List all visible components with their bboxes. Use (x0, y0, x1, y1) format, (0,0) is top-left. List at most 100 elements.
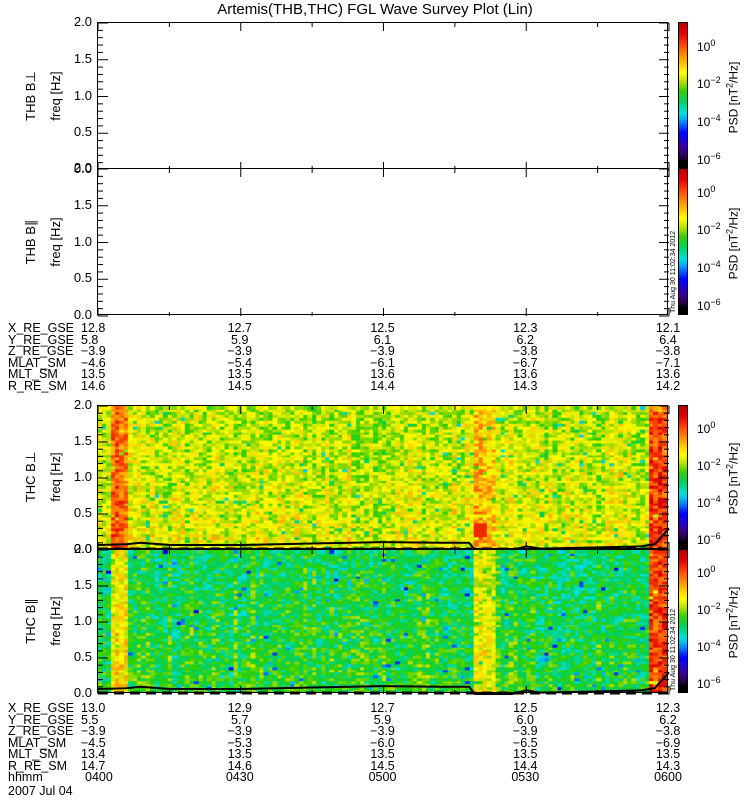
colorbar (678, 22, 688, 169)
panel-label: THB B∥ (23, 219, 38, 264)
ephemeris-top: X_RE_GSE 12.8 12.7 12.5 12.3 12.1 Y_RE_GSE 5.8 5… (0, 322, 750, 395)
ephemeris-label: R_RE_SM (8, 378, 68, 393)
panel-label: THC B∥ (23, 598, 38, 644)
colorbar-tick-exponent: −4 (710, 638, 721, 648)
y-axis-label: freq [Hz] (48, 596, 63, 646)
ephemeris-value: 14.2 (655, 378, 681, 393)
chart-title: Artemis(THB,THC) FGL Wave Survey Plot (L… (217, 1, 533, 18)
colorbar-tick-base: 10 (697, 532, 711, 547)
colorbar-tick-label: 100 (697, 563, 715, 579)
panel-label: THB B⊥ (23, 70, 38, 121)
colorbar-tick-label: 10−4 (697, 637, 721, 653)
colorbar-title-sup: 2 (724, 228, 735, 234)
colorbar-tick-base: 10 (697, 77, 711, 92)
colorbar-tick-base: 10 (697, 115, 711, 129)
axis-ticks (97, 549, 670, 695)
colorbar-tick-label: 10−6 (697, 150, 721, 166)
colorbar-tick-label: 10−4 (697, 493, 721, 509)
ephemeris-value: 14.6 (81, 378, 106, 393)
colorbar-tick-base: 10 (697, 676, 711, 691)
colorbar-tick-base: 10 (697, 39, 711, 54)
ephemeris-value: 0400 (85, 770, 113, 784)
colorbar-title-post: /Hz] (726, 586, 741, 608)
ephemeris-value: 14.3 (513, 378, 538, 393)
colorbar-tick-exponent: −2 (710, 75, 721, 86)
colorbar-title-post: /Hz] (726, 442, 741, 464)
colorbar-tick-base: 10 (697, 459, 711, 474)
colorbar-tick-exponent: −6 (710, 296, 721, 307)
colorbar-title: PSD [nT2/Hz] (724, 27, 741, 167)
colorbar-tick-base: 10 (697, 422, 711, 437)
colorbar-tick-label: 10−6 (697, 674, 721, 690)
ephemeris-value: 0600 (654, 770, 682, 784)
colorbar-tick-label: 10−2 (697, 600, 721, 616)
colorbar-tick-exponent: 0 (710, 564, 716, 575)
y-tick-label: 2.0 (73, 397, 92, 412)
ephemeris-row: hhmm 0400 0430 0500 0530 0600 (0, 770, 750, 784)
ephemeris-label: hhmm (8, 770, 43, 784)
axis-ticks (97, 22, 670, 171)
colorbar-tick-base: 10 (697, 152, 711, 167)
colorbar-tick-base: 10 (697, 261, 711, 275)
colorbar-tick-exponent: −6 (710, 530, 721, 541)
spectrogram-panel-thb-bpar (97, 168, 670, 317)
colorbar-tick-base: 10 (697, 223, 711, 238)
y-axis-label: freq [Hz] (48, 216, 63, 267)
colorbar-title-pre: PSD [nT (726, 469, 741, 515)
colorbar-tick-label: 10−2 (697, 220, 721, 236)
y-tick-label: 0.0 (73, 685, 92, 700)
ephemeris-value: 0500 (368, 770, 397, 784)
colorbar-title: PSD [nT2/Hz] (724, 553, 741, 693)
colorbar-tick-base: 10 (697, 566, 711, 581)
colorbar-tick-exponent: −6 (710, 150, 721, 161)
ephemeris-value: 0430 (225, 770, 254, 784)
y-tick-label: 2.0 (73, 14, 92, 29)
ephemeris-bottom: X_RE_GSE 13.0 12.9 12.7 12.5 12.3 Y_RE_GSE 5.5 5… (0, 702, 750, 787)
colorbar-title-sup: 2 (724, 463, 735, 469)
spectrogram-panel-thc-bpar (97, 549, 670, 695)
colorbar (678, 549, 688, 693)
colorbar-title-pre: PSD [nT (726, 613, 741, 659)
y-tick-label: 0.0 (73, 307, 92, 322)
colorbar-tick-exponent: 0 (710, 183, 716, 194)
colorbar-tick-base: 10 (697, 640, 711, 654)
y-tick-label: 2.0 (73, 160, 92, 175)
colorbar-tick-label: 100 (697, 419, 715, 435)
date-label: 2007 Jul 04 (8, 784, 73, 798)
colorbar-tick-label: 10−6 (697, 296, 721, 312)
timestamp: Thu Aug 30 11:02:34 2012 (670, 231, 677, 313)
colorbar-tick-base: 10 (697, 496, 711, 510)
ephemeris-row: R_RE_SM 14.6 14.5 14.4 14.3 14.2 (0, 378, 750, 393)
colorbar-tick-label: 10−4 (697, 112, 721, 128)
colorbar-title-sup: 2 (724, 607, 735, 613)
axis-ticks (97, 405, 670, 551)
colorbar-title-pre: PSD [nT (726, 233, 741, 279)
axis-ticks (97, 168, 670, 317)
ephemeris-value: 14.4 (370, 378, 395, 393)
colorbar-tick-exponent: 0 (710, 420, 716, 431)
colorbar-tick-exponent: −2 (710, 221, 721, 232)
colorbar-tick-exponent: −4 (710, 259, 721, 269)
colorbar-tick-label: 10−4 (697, 258, 721, 274)
colorbar (678, 405, 688, 549)
colorbar-title-pre: PSD [nT (726, 87, 741, 133)
spectrogram-panel-thc-bperp (97, 405, 670, 551)
colorbar-tick-exponent: −4 (710, 494, 721, 504)
colorbar-tick-base: 10 (697, 298, 711, 313)
colorbar-tick-label: 10−6 (697, 530, 721, 546)
y-tick-label: 2.0 (73, 541, 92, 556)
ephemeris-value: 0530 (511, 770, 540, 784)
colorbar-tick-label: 100 (697, 183, 715, 199)
colorbar-tick-exponent: −2 (710, 457, 721, 468)
colorbar-tick-base: 10 (697, 603, 711, 618)
colorbar-title-post: /Hz] (726, 61, 741, 83)
colorbar (678, 168, 688, 315)
colorbar-tick-label: 10−2 (697, 456, 721, 472)
colorbar-tick-label: 100 (697, 37, 715, 53)
colorbar-tick-exponent: −4 (710, 113, 721, 123)
colorbar-title-sup: 2 (724, 82, 735, 88)
y-axis-label: freq [Hz] (48, 70, 63, 121)
ephemeris-value: 14.5 (227, 378, 252, 393)
panel-label: THC B⊥ (23, 451, 38, 503)
colorbar-tick-exponent: −6 (710, 674, 721, 685)
